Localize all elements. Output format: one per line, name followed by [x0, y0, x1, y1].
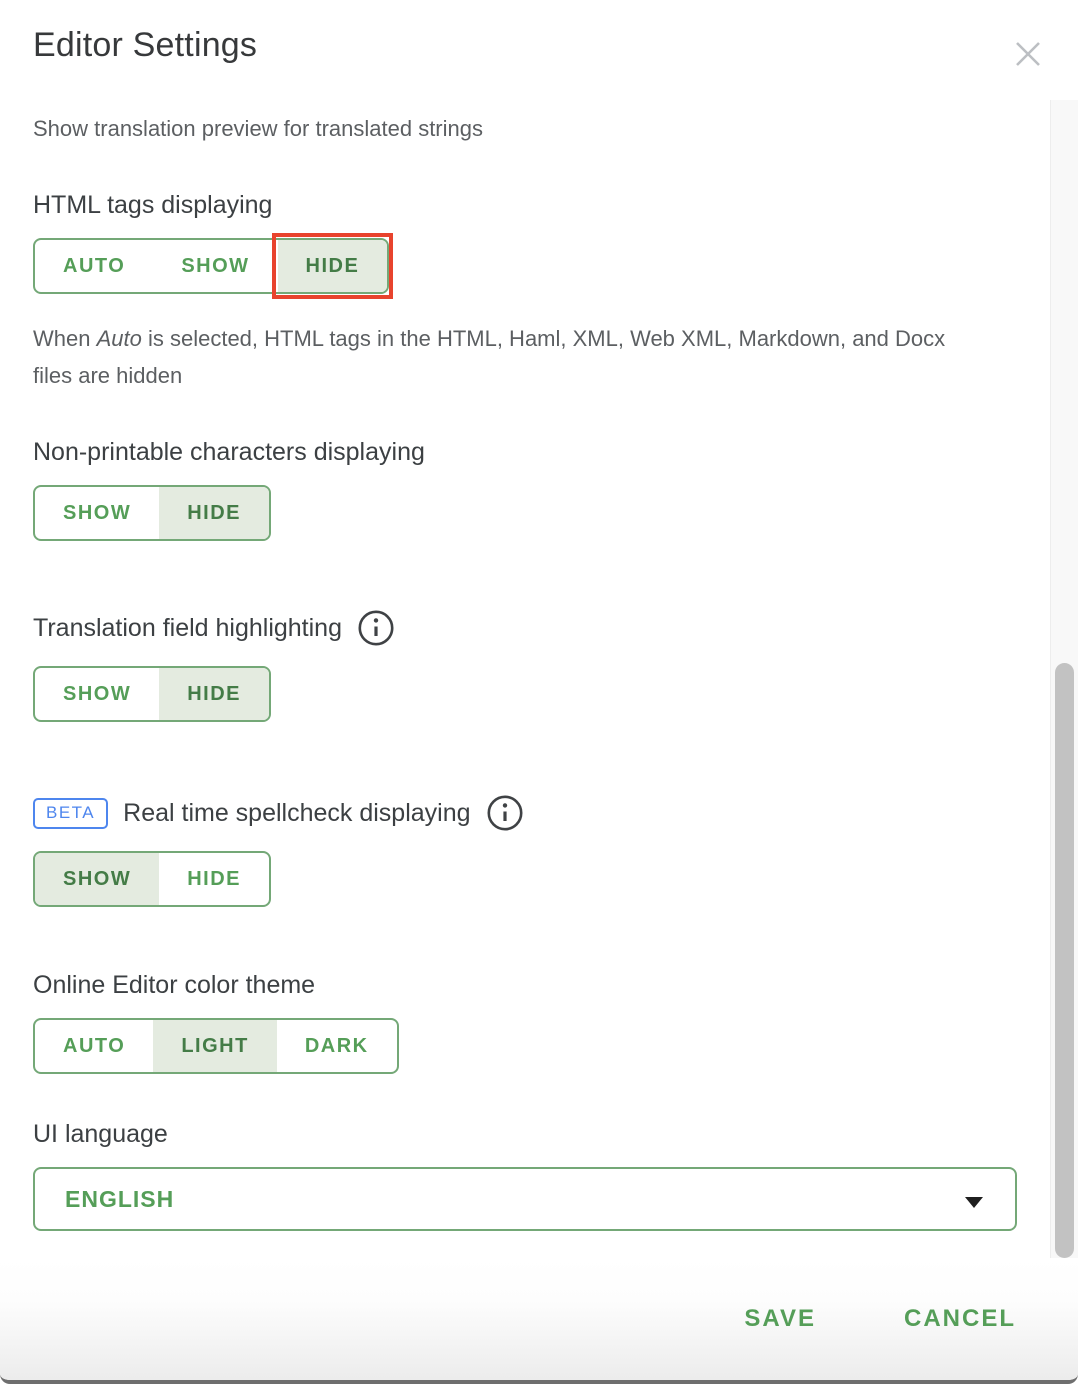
color-theme-toggle: AUTO LIGHT DARK [33, 1018, 399, 1074]
chevron-down-icon [965, 1197, 983, 1208]
setting-color-theme: Online Editor color theme AUTO LIGHT DAR… [33, 971, 1050, 1074]
dialog-header: Editor Settings [0, 0, 1078, 100]
setting-label: HTML tags displaying [33, 191, 272, 219]
info-icon[interactable] [357, 609, 395, 647]
setting-spellcheck: BETA Real time spellcheck displaying SHO… [33, 794, 1050, 907]
option-hide[interactable]: HIDE [159, 668, 269, 720]
setting-html-tags: HTML tags displaying AUTO SHOW HIDE When… [33, 191, 1050, 394]
setting-description: When Auto is selected, HTML tags in the … [33, 320, 973, 394]
option-show[interactable]: SHOW [153, 240, 277, 292]
close-button[interactable] [1008, 34, 1048, 74]
option-show[interactable]: SHOW [35, 487, 159, 539]
scrollbar-thumb[interactable] [1055, 663, 1074, 1258]
dropdown-selected-value: ENGLISH [35, 1186, 174, 1213]
option-hide[interactable]: HIDE [278, 240, 388, 292]
option-light[interactable]: LIGHT [153, 1020, 277, 1072]
setting-label: Translation field highlighting [33, 614, 342, 642]
setting-field-highlighting: Translation field highlighting SHOW HIDE [33, 609, 1050, 722]
setting-label: Real time spellcheck displaying [123, 799, 470, 827]
settings-scroll-area: Show translation preview for translated … [0, 100, 1050, 1254]
option-hide-label: HIDE [306, 255, 360, 277]
field-highlighting-toggle: SHOW HIDE [33, 666, 271, 722]
page-title: Editor Settings [33, 26, 257, 65]
option-auto[interactable]: AUTO [35, 240, 153, 292]
info-icon[interactable] [486, 794, 524, 832]
html-tags-toggle: AUTO SHOW HIDE [33, 238, 389, 294]
non-printable-toggle: SHOW HIDE [33, 485, 271, 541]
setting-non-printable: Non-printable characters displaying SHOW… [33, 438, 1050, 541]
editor-settings-dialog: Editor Settings Show translation preview… [0, 0, 1078, 1384]
option-hide[interactable]: HIDE [159, 853, 269, 905]
ui-language-dropdown[interactable]: ENGLISH [33, 1167, 1017, 1231]
setting-label: Online Editor color theme [33, 971, 315, 999]
dialog-footer: SAVE CANCEL [0, 1258, 1078, 1380]
option-show[interactable]: SHOW [35, 668, 159, 720]
cancel-button[interactable]: CANCEL [904, 1305, 1016, 1333]
beta-badge: BETA [33, 798, 108, 829]
spellcheck-toggle: SHOW HIDE [33, 851, 271, 907]
option-auto[interactable]: AUTO [35, 1020, 153, 1072]
scrollbar-track[interactable] [1050, 100, 1078, 1258]
option-show[interactable]: SHOW [35, 853, 159, 905]
translation-preview-note: Show translation preview for translated … [33, 117, 1050, 141]
setting-label: UI language [33, 1120, 168, 1148]
option-hide[interactable]: HIDE [159, 487, 269, 539]
setting-ui-language: UI language ENGLISH [33, 1120, 1050, 1231]
option-dark[interactable]: DARK [277, 1020, 397, 1072]
close-icon [1008, 34, 1048, 74]
save-button[interactable]: SAVE [744, 1305, 816, 1333]
setting-label: Non-printable characters displaying [33, 438, 425, 466]
